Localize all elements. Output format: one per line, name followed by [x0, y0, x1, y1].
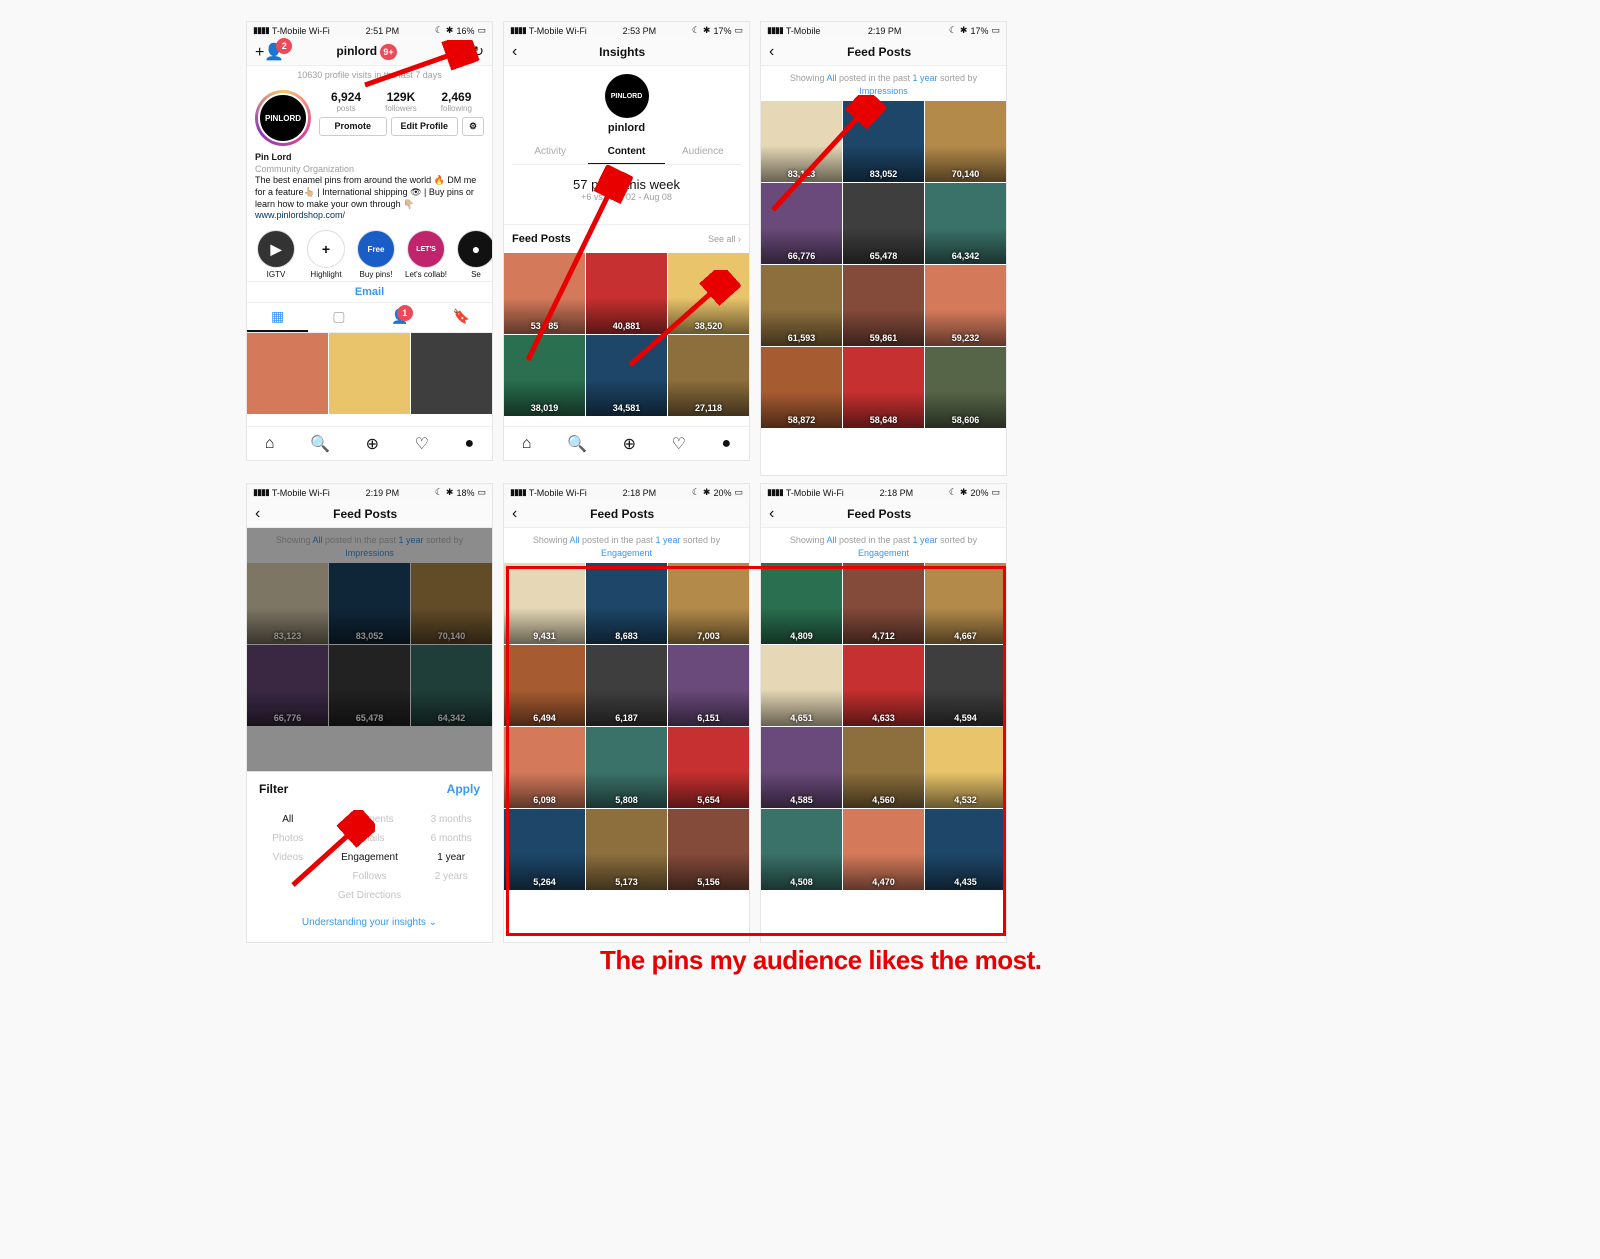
annotation-arrow: [768, 95, 888, 215]
annotation-arrow: [360, 40, 490, 90]
feed-tabs: ▦ ▢ 👤1 🔖: [247, 303, 492, 333]
avatar-ring[interactable]: PINLORD: [255, 90, 311, 146]
grid-post[interactable]: 59,232: [925, 265, 1006, 346]
grid-post[interactable]: [329, 333, 410, 414]
highlights-tray[interactable]: ▶IGTV +Highlight FreeBuy pins! LET'SLet'…: [247, 226, 492, 281]
status-time: 2:51 PM: [366, 26, 400, 36]
tab-tagged[interactable]: 👤1: [370, 303, 431, 332]
grid-post[interactable]: 70,140: [925, 101, 1006, 182]
tab-content[interactable]: Content: [588, 140, 664, 164]
tab-list[interactable]: ▢: [308, 303, 369, 332]
highlight-buy[interactable]: FreeBuy pins!: [355, 230, 397, 279]
igtv-icon: ▶: [271, 241, 282, 258]
highlight-more[interactable]: ●Se: [455, 230, 492, 279]
collage-canvas: ▮▮▮▮T-Mobile Wi-Fi 2:51 PM ☾✱16%▭ +👤2 pi…: [0, 0, 1600, 1259]
tab-saved[interactable]: 🔖: [431, 303, 492, 332]
grid-post[interactable]: 58,648: [843, 347, 924, 428]
activity-icon[interactable]: ♡: [415, 434, 429, 454]
activity-icon[interactable]: ♡: [672, 434, 686, 454]
profile-grid[interactable]: [247, 333, 492, 414]
filter-title: Filter: [259, 782, 288, 796]
nav-title: Feed Posts: [780, 507, 978, 521]
back-button[interactable]: ‹: [512, 44, 517, 60]
moon-icon: ☾: [435, 25, 443, 36]
back-button[interactable]: ‹: [512, 506, 517, 522]
grid-post[interactable]: 59,861: [843, 265, 924, 346]
bio-text: The best enamel pins from around the wor…: [255, 175, 484, 210]
understanding-link[interactable]: Understanding your insights ⌄: [247, 909, 492, 936]
annotation-arrow: [285, 810, 375, 890]
insights-username: pinlord: [608, 122, 645, 134]
add-post-icon[interactable]: ⊕: [623, 434, 636, 454]
back-button[interactable]: ‹: [769, 44, 774, 60]
stat-posts: 6,924posts: [331, 90, 361, 113]
annotation-highlight-box: [506, 566, 1006, 936]
nav-title: Feed Posts: [523, 507, 721, 521]
insights-avatar: PINLORD: [605, 74, 649, 118]
email-button[interactable]: Email: [355, 286, 384, 298]
tagged-badge: 1: [397, 305, 413, 321]
promote-button[interactable]: Promote: [319, 117, 387, 136]
grid-post[interactable]: [247, 333, 328, 414]
battery-pct: 16%: [456, 26, 474, 36]
bio-name: Pin Lord: [255, 152, 484, 164]
add-post-icon[interactable]: ⊕: [366, 434, 379, 454]
bio-link[interactable]: www.pinlordshop.com/: [255, 210, 484, 222]
apply-button[interactable]: Apply: [447, 782, 480, 796]
edit-profile-button[interactable]: Edit Profile: [391, 117, 459, 136]
annotation-caption: The pins my audience likes the most.: [600, 945, 1041, 976]
highlight-new[interactable]: +Highlight: [305, 230, 347, 279]
discover-badge: 2: [276, 38, 292, 54]
phone-feed-imp: ▮▮▮▮T-Mobile2:19 PM☾✱17%▭ ‹ Feed Posts S…: [760, 21, 1007, 476]
highlight-igtv[interactable]: ▶IGTV: [255, 230, 297, 279]
tab-audience[interactable]: Audience: [665, 140, 741, 164]
grid-post[interactable]: 58,606: [925, 347, 1006, 428]
filter-sentence[interactable]: Showing All posted in the past 1 year so…: [504, 528, 749, 563]
filter-sentence[interactable]: Showing All posted in the past 1 year so…: [761, 528, 1006, 563]
picker-range[interactable]: 3 months6 months1 year2 years: [410, 810, 492, 905]
profile-icon[interactable]: ●: [722, 435, 732, 453]
grid-post[interactable]: [411, 333, 492, 414]
annotation-arrow: [625, 270, 745, 370]
signal-icon: ▮▮▮▮: [253, 25, 269, 36]
highlight-collab[interactable]: LET'SLet's collab!: [405, 230, 447, 279]
bio-category: Community Organization: [255, 164, 484, 176]
grid-post[interactable]: 61,593: [761, 265, 842, 346]
insights-tabs: Activity Content Audience: [512, 140, 741, 165]
battery-icon: ▭: [477, 25, 486, 36]
nav-title: Feed Posts: [780, 45, 978, 59]
tab-bar: ⌂ 🔍 ⊕ ♡ ●: [504, 426, 749, 460]
plus-icon: +: [322, 241, 330, 257]
home-icon[interactable]: ⌂: [265, 435, 275, 453]
tab-activity[interactable]: Activity: [512, 140, 588, 164]
bio: Pin Lord Community Organization The best…: [247, 152, 492, 226]
nav-title: Feed Posts: [266, 507, 464, 521]
search-icon[interactable]: 🔍: [310, 434, 330, 454]
tab-grid[interactable]: ▦: [247, 303, 308, 332]
grid-post[interactable]: 64,342: [925, 183, 1006, 264]
tab-bar: ⌂ 🔍 ⊕ ♡ ●: [247, 426, 492, 460]
avatar: PINLORD: [258, 93, 308, 143]
nav-title: Insights: [523, 45, 721, 59]
stat-followers[interactable]: 129Kfollowers: [385, 90, 417, 113]
profile-icon[interactable]: ●: [465, 435, 475, 453]
settings-button[interactable]: ⚙: [462, 117, 484, 136]
grid-post[interactable]: 58,872: [761, 347, 842, 428]
carrier-label: T-Mobile Wi-Fi: [272, 26, 330, 36]
back-button[interactable]: ‹: [769, 506, 774, 522]
stat-following[interactable]: 2,469following: [441, 90, 472, 113]
home-icon[interactable]: ⌂: [522, 435, 532, 453]
back-button[interactable]: ‹: [255, 506, 260, 522]
discover-people-icon[interactable]: +👤2: [255, 42, 284, 62]
statusbar: ▮▮▮▮T-Mobile Wi-Fi 2:53 PM ☾✱17%▭: [504, 22, 749, 38]
statusbar: ▮▮▮▮T-Mobile Wi-Fi 2:51 PM ☾✱16%▭: [247, 22, 492, 38]
search-icon[interactable]: 🔍: [567, 434, 587, 454]
see-all-link[interactable]: See all ›: [708, 234, 741, 244]
